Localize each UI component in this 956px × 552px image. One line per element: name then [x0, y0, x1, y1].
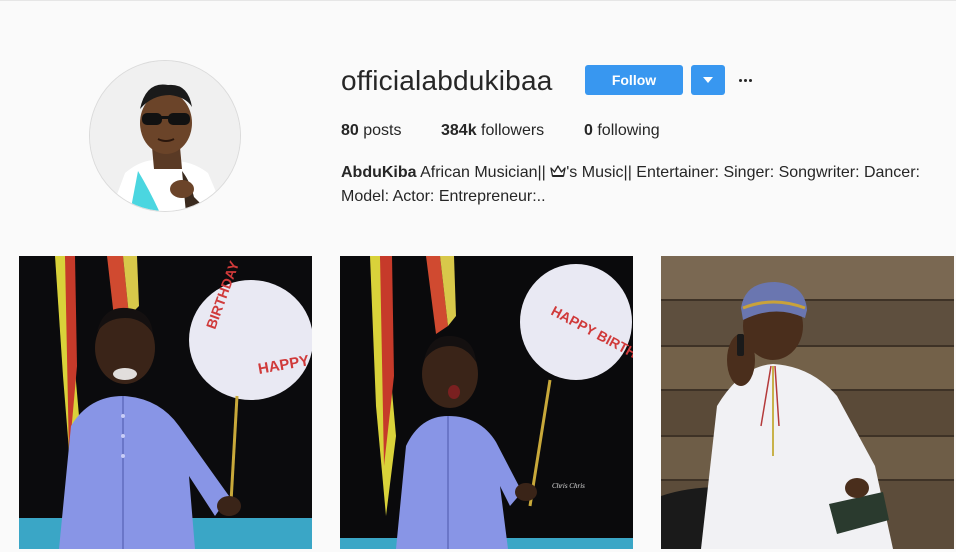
post-thumbnail-1[interactable]: BIRTHDAY HAPPY: [19, 256, 312, 549]
followers-count-label: followers: [481, 122, 545, 139]
post-thumbnail-2[interactable]: HAPPY BIRTHDAY Chris Chris: [340, 256, 633, 549]
bio-full-name: AbduKiba: [341, 164, 417, 181]
posts-count: 80 posts: [341, 121, 402, 141]
more-options-icon: [738, 78, 752, 82]
followers-link[interactable]: 384k followers: [441, 121, 544, 141]
following-link[interactable]: 0 following: [584, 121, 660, 141]
posts-count-label: posts: [363, 122, 402, 139]
follow-button[interactable]: Follow: [585, 65, 683, 95]
posts-count-value: 80: [341, 122, 359, 139]
profile-bio: AbduKiba African Musician|| 's Music|| E…: [341, 161, 921, 209]
post-thumbnail-3[interactable]: [661, 256, 954, 549]
profile-username: officialabdukibaa: [341, 65, 553, 96]
more-options-button[interactable]: [735, 66, 755, 94]
chevron-down-icon: [703, 77, 713, 83]
following-count-value: 0: [584, 122, 593, 139]
following-count-label: following: [597, 122, 660, 139]
profile-avatar[interactable]: [89, 60, 241, 212]
photographer-watermark: Chris Chris: [552, 482, 585, 490]
bio-text-part-1: African Musician||: [420, 164, 546, 181]
suggestions-dropdown-button[interactable]: [691, 65, 725, 95]
crown-emoji-icon: [550, 164, 566, 181]
top-divider: [0, 0, 956, 1]
followers-count-value: 384k: [441, 122, 477, 139]
